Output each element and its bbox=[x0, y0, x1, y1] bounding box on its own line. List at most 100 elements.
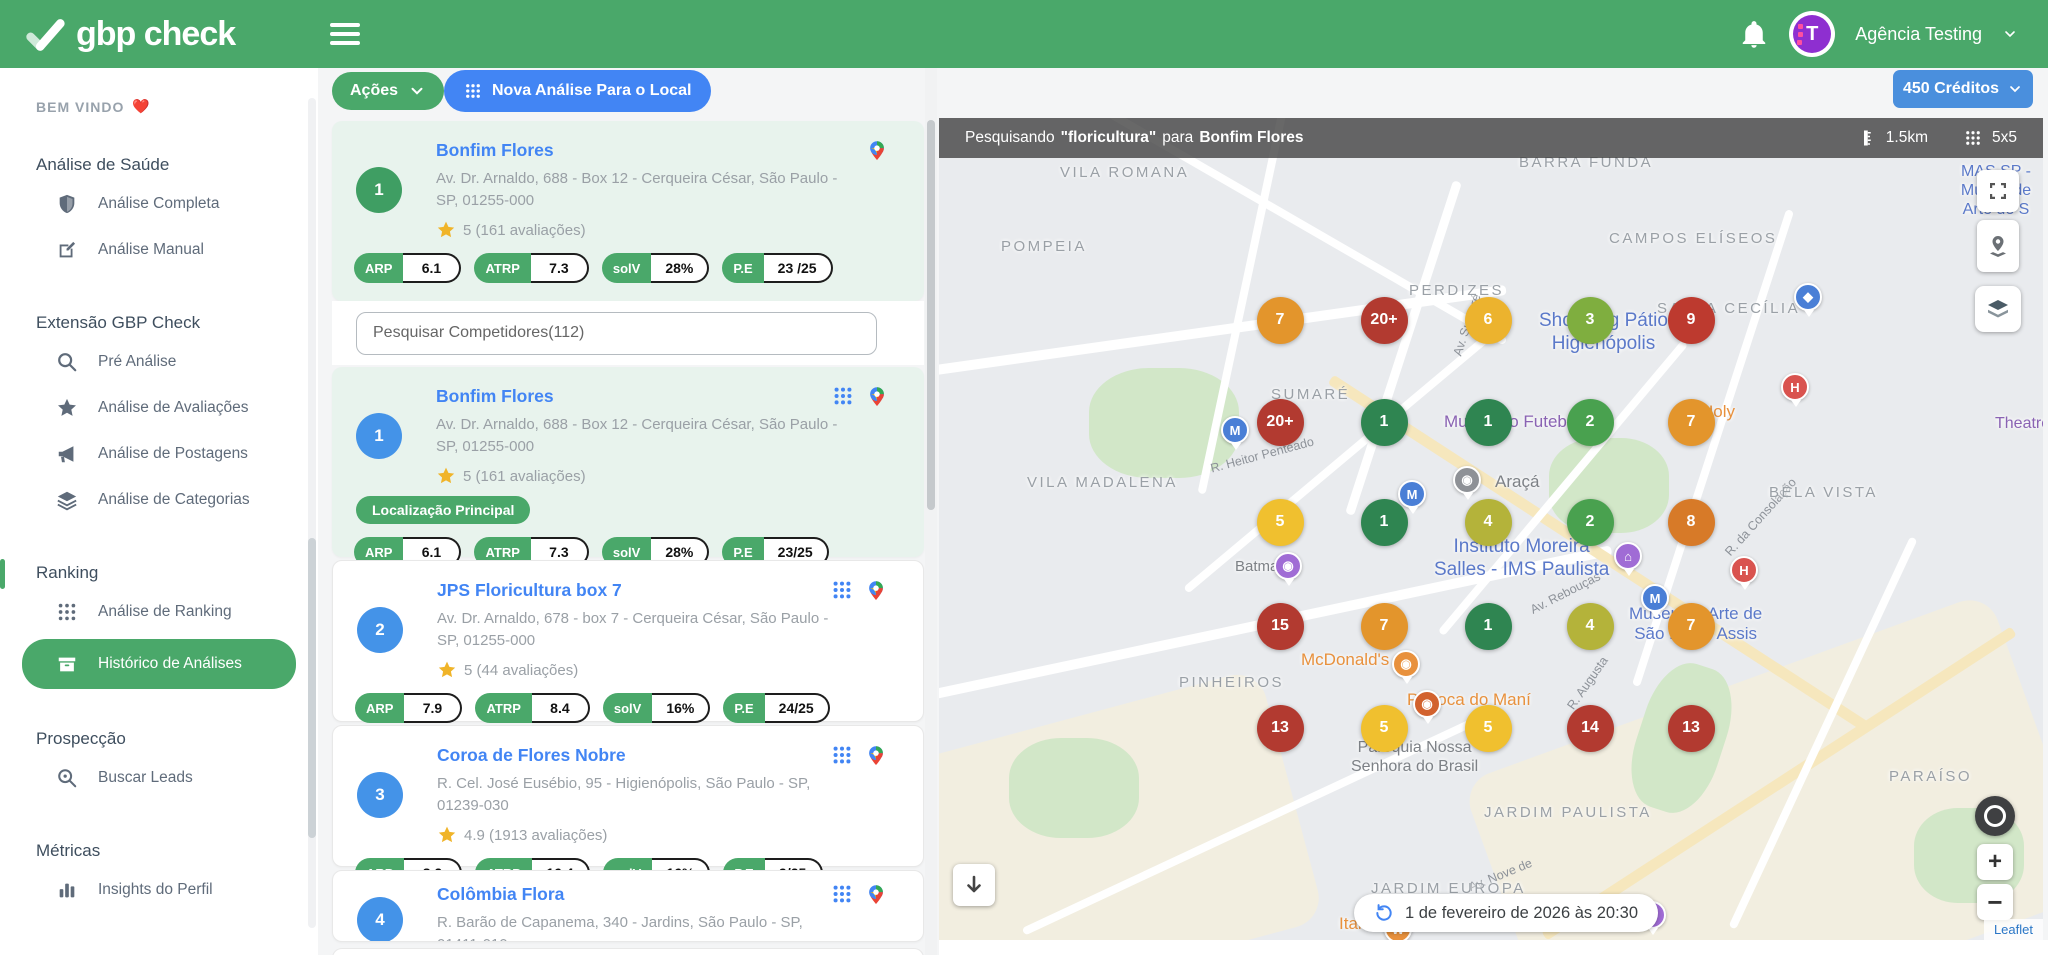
grid-blue-icon[interactable] bbox=[831, 744, 853, 766]
scroll-down-button[interactable] bbox=[953, 864, 995, 906]
user-menu[interactable]: Agência Testing bbox=[1855, 24, 1982, 45]
rank-grid-cell-r5c1[interactable]: 13 bbox=[1257, 705, 1304, 752]
map-layers-button[interactable] bbox=[1975, 286, 2021, 332]
grid-blue-icon[interactable] bbox=[832, 385, 854, 407]
street-view-button[interactable] bbox=[1977, 220, 2019, 272]
gmaps-icon[interactable] bbox=[866, 139, 888, 161]
rank-grid-cell-r2c2[interactable]: 1 bbox=[1361, 399, 1408, 446]
sidebar-item-analise-completa[interactable]: Análise Completa bbox=[0, 181, 318, 227]
search-location-icon bbox=[56, 767, 78, 789]
rank-grid-cell-r5c2[interactable]: 5 bbox=[1361, 705, 1408, 752]
credits-button[interactable]: 450 Créditos bbox=[1893, 70, 2033, 108]
rank-grid-cell-r1c1[interactable]: 7 bbox=[1257, 297, 1304, 344]
sidebar-scrollbar-thumb[interactable] bbox=[308, 538, 316, 838]
rank-grid-cell-r3c4[interactable]: 2 bbox=[1567, 499, 1614, 546]
sidebar-item-label: Análise de Ranking bbox=[98, 603, 232, 621]
map-area-label: POMPEIA bbox=[1001, 238, 1087, 255]
search-term: "floricultura" bbox=[1061, 129, 1157, 147]
sidebar-section-title: Análise de Saúde bbox=[36, 155, 318, 175]
list-scrollbar-thumb[interactable] bbox=[927, 120, 935, 510]
rank-grid-cell-r3c2[interactable]: 1 bbox=[1361, 499, 1408, 546]
zoom-out-button[interactable]: − bbox=[1977, 884, 2013, 920]
rank-grid-cell-r3c1[interactable]: 5 bbox=[1257, 499, 1304, 546]
competitor-card-bonfim-flores-1[interactable]: 1 Bonfim Flores Av. Dr. Arnaldo, 688 - B… bbox=[332, 367, 924, 557]
sidebar-item-insights-do-perfil[interactable]: Insights do Perfil bbox=[0, 867, 318, 913]
gmaps-icon[interactable] bbox=[865, 883, 887, 905]
business-name-link[interactable]: Bonfim Flores bbox=[436, 140, 554, 161]
business-address: Av. Dr. Arnaldo, 688 - Box 12 - Cerqueir… bbox=[332, 161, 924, 212]
grid-blue-icon[interactable] bbox=[831, 883, 853, 905]
sidebar-item-pre-analise[interactable]: Pré Análise bbox=[0, 339, 318, 385]
hospital-pin: H bbox=[1781, 373, 1809, 401]
business-name-link[interactable]: Colômbia Flora bbox=[437, 884, 564, 905]
rank-grid-cell-r2c3[interactable]: 1 bbox=[1465, 399, 1512, 446]
rank-grid-cell-r5c5[interactable]: 13 bbox=[1668, 705, 1715, 752]
map-area-label: JARDIM PAULISTA bbox=[1484, 804, 1652, 821]
business-address: R. Barão de Capanema, 340 - Jardins, São… bbox=[333, 905, 923, 942]
check-logo-icon bbox=[22, 11, 68, 57]
gmaps-icon[interactable] bbox=[865, 744, 887, 766]
analysis-date: 1 de fevereiro de 2026 às 20:30 bbox=[1405, 904, 1638, 923]
sidebar-item-analise-de-categorias[interactable]: Análise de Categorias bbox=[0, 477, 318, 523]
sidebar-section: Métricas Insights do Perfil bbox=[0, 841, 318, 913]
leaflet-attribution[interactable]: Leaflet bbox=[1984, 919, 2043, 940]
stat-badge-solv: solV 28% bbox=[602, 253, 710, 283]
sidebar-section: Análise de Saúde Análise Completa Anális… bbox=[0, 155, 318, 273]
stat-badge-arp: ARP 7.9 bbox=[355, 693, 462, 723]
rank-grid-cell-r3c5[interactable]: 8 bbox=[1668, 499, 1715, 546]
avatar[interactable]: T bbox=[1789, 11, 1835, 57]
rank-grid-cell-r4c1[interactable]: 15 bbox=[1257, 603, 1304, 650]
chevron-down-icon bbox=[2007, 81, 2023, 97]
chevron-down-icon bbox=[408, 82, 426, 100]
chevron-down-icon[interactable] bbox=[2002, 26, 2018, 42]
actions-button[interactable]: Ações bbox=[332, 72, 444, 110]
mall-pin: ◆ bbox=[1794, 283, 1822, 311]
rank-grid-cell-r5c3[interactable]: 5 bbox=[1465, 705, 1512, 752]
rank-grid-cell-r1c2[interactable]: 20+ bbox=[1361, 297, 1408, 344]
notifications-bell-icon[interactable] bbox=[1739, 19, 1769, 49]
rank-grid-cell-r2c5[interactable]: 7 bbox=[1668, 399, 1715, 446]
business-name-link[interactable]: JPS Floricultura box 7 bbox=[437, 580, 622, 601]
competitor-card-jps-floricultura-box-7-2[interactable]: 2 JPS Floricultura box 7 Av. Dr. Arnaldo… bbox=[332, 560, 924, 722]
fullscreen-button[interactable] bbox=[1977, 170, 2019, 212]
zoom-in-button[interactable]: + bbox=[1977, 844, 2013, 880]
new-analysis-button[interactable]: Nova Análise Para o Local bbox=[444, 70, 711, 112]
rank-grid-cell-r4c4[interactable]: 4 bbox=[1567, 603, 1614, 650]
rank-grid-cell-r4c3[interactable]: 1 bbox=[1465, 603, 1512, 650]
business-rating: 5 (161 avaliações) bbox=[332, 458, 924, 486]
rank-grid-cell-r1c5[interactable]: 9 bbox=[1668, 297, 1715, 344]
sidebar-item-analise-de-ranking[interactable]: Análise de Ranking bbox=[0, 589, 318, 635]
sidebar-item-analise-manual[interactable]: Análise Manual bbox=[0, 227, 318, 273]
sidebar-item-buscar-leads[interactable]: Buscar Leads bbox=[0, 755, 318, 801]
rank-grid-cell-r2c1[interactable]: 20+ bbox=[1257, 399, 1304, 446]
ranking-map[interactable]: VILA ROMANAPOMPEIABARRA FUNDACAMPOS ELÍS… bbox=[939, 118, 2043, 940]
rank-grid-cell-r5c4[interactable]: 14 bbox=[1567, 705, 1614, 752]
map-poi-label: McDonald's bbox=[1301, 650, 1389, 670]
map-street-label: R. Augusta bbox=[1564, 654, 1611, 712]
business-name-link[interactable]: Coroa de Flores Nobre bbox=[437, 745, 626, 766]
rank-grid-cell-r2c4[interactable]: 2 bbox=[1567, 399, 1614, 446]
business-name-link[interactable]: Bonfim Flores bbox=[436, 386, 554, 407]
hospital-pin: H bbox=[1730, 556, 1758, 584]
sidebar-item-historico-de-analises[interactable]: Histórico de Análises bbox=[22, 639, 296, 689]
competitor-card-coroa-de-flores-nobre-3[interactable]: 3 Coroa de Flores Nobre R. Cel. José Eus… bbox=[332, 725, 924, 867]
competitor-card-bonfim-flores-0[interactable]: 1 Bonfim Flores Av. Dr. Arnaldo, 688 - B… bbox=[332, 121, 924, 301]
business-address: R. Cel. José Eusébio, 95 - Higienópolis,… bbox=[333, 766, 923, 817]
grid-blue-icon[interactable] bbox=[831, 579, 853, 601]
competitor-card-colombia-flora-4[interactable]: 4 Colômbia Flora R. Barão de Capanema, 3… bbox=[332, 870, 924, 942]
sidebar-item-analise-de-avaliacoes[interactable]: Análise de Avaliações bbox=[0, 385, 318, 431]
rank-grid-cell-r1c4[interactable]: 3 bbox=[1567, 297, 1614, 344]
map-toggle-button[interactable] bbox=[1975, 796, 2015, 836]
menu-toggle-icon[interactable] bbox=[330, 23, 360, 45]
gmaps-icon[interactable] bbox=[866, 385, 888, 407]
photo-spot-pin: ◉ bbox=[1274, 552, 1302, 580]
sidebar-item-analise-de-postagens[interactable]: Análise de Postagens bbox=[0, 431, 318, 477]
business-rating: 4.9 (1913 avaliações) bbox=[333, 817, 923, 845]
rank-grid-cell-r1c3[interactable]: 6 bbox=[1465, 297, 1512, 344]
rank-grid-cell-r3c3[interactable]: 4 bbox=[1465, 499, 1512, 546]
competitor-search-input[interactable] bbox=[356, 312, 877, 355]
gmaps-icon[interactable] bbox=[865, 579, 887, 601]
analysis-date-pill[interactable]: 1 de fevereiro de 2026 às 20:30 bbox=[1354, 894, 1658, 932]
rank-grid-cell-r4c5[interactable]: 7 bbox=[1668, 603, 1715, 650]
rank-grid-cell-r4c2[interactable]: 7 bbox=[1361, 603, 1408, 650]
